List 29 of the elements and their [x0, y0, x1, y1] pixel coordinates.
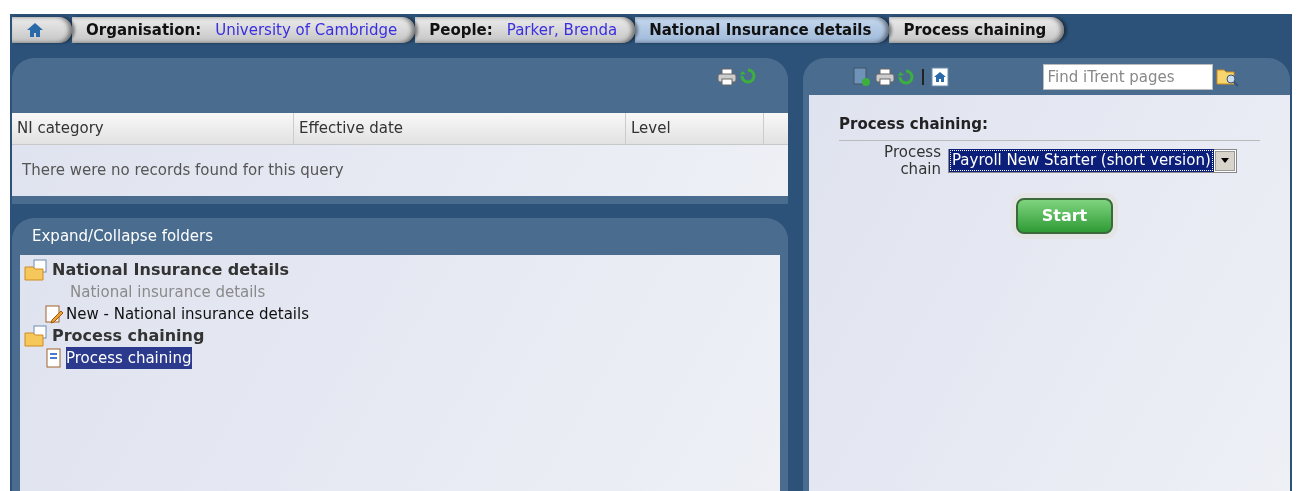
empty-message: There were no records found for this query: [21, 160, 345, 181]
field-label: Process chain: [883, 144, 941, 177]
folder-label[interactable]: National Insurance details: [52, 258, 290, 281]
tree-header[interactable]: Expand/Collapse folders: [32, 224, 214, 248]
folder-label[interactable]: Process chaining: [52, 324, 205, 347]
breadcrumb-label: Organisation:: [86, 19, 202, 41]
breadcrumb-tab[interactable]: National Insurance details: [635, 17, 890, 43]
tree-item[interactable]: New - National insurance details: [66, 302, 310, 325]
edit-icon: [44, 303, 64, 324]
separator: [921, 68, 924, 85]
caret-icon[interactable]: [1214, 150, 1235, 171]
breadcrumb-tab[interactable]: Process chaining: [889, 17, 1065, 43]
page-icon: [44, 347, 64, 368]
column-header[interactable]: Effective date: [294, 113, 626, 144]
print-icon[interactable]: [716, 67, 737, 86]
process-chain-select[interactable]: Payroll New Starter (short version): [948, 148, 1237, 173]
column-header[interactable]: Level: [626, 113, 764, 144]
breadcrumb-label: People:: [429, 19, 493, 41]
breadcrumb-link[interactable]: University of Cambridge: [215, 18, 398, 42]
tree-item[interactable]: Process chaining: [66, 346, 192, 369]
tree-item: National insurance details: [70, 281, 266, 303]
form-title: Process chaining:: [839, 113, 1260, 141]
breadcrumb-link[interactable]: Parker, Brenda: [506, 18, 618, 42]
column-header[interactable]: NI category: [12, 113, 294, 144]
home-button[interactable]: [12, 17, 72, 43]
search-field[interactable]: Find iTrent pages: [1042, 63, 1213, 90]
home-icon: [26, 22, 44, 38]
home-icon[interactable]: [931, 66, 949, 87]
print-icon[interactable]: [874, 67, 895, 86]
